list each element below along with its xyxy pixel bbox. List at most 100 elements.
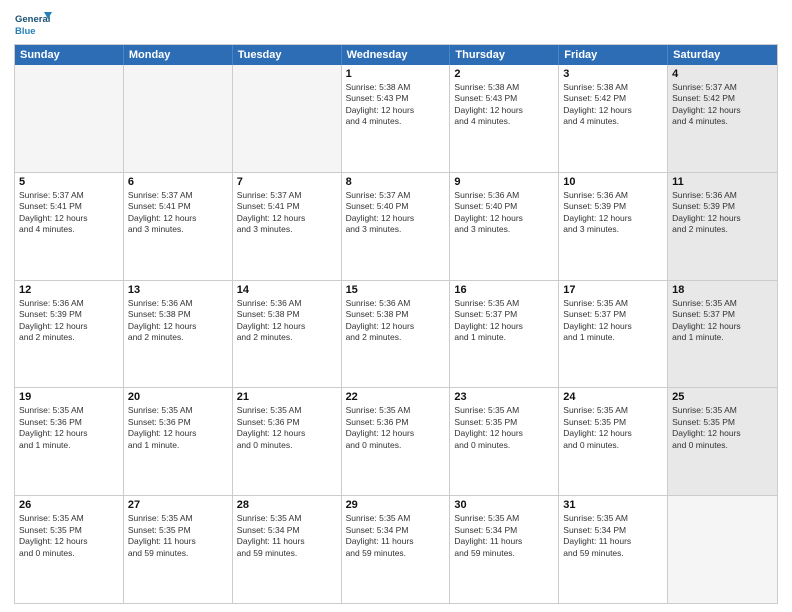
day-number: 23 bbox=[454, 391, 554, 403]
calendar-cell: 25 Sunrise: 5:35 AM Sunset: 5:35 PM Dayli… bbox=[668, 388, 777, 495]
day-number: 6 bbox=[128, 176, 228, 188]
calendar-cell: 12 Sunrise: 5:36 AM Sunset: 5:39 PM Dayli… bbox=[15, 281, 124, 388]
svg-text:Blue: Blue bbox=[15, 26, 36, 37]
calendar-cell: 11 Sunrise: 5:36 AM Sunset: 5:39 PM Dayli… bbox=[668, 173, 777, 280]
day-number: 31 bbox=[563, 499, 663, 511]
day-number: 11 bbox=[672, 176, 773, 188]
header-day-friday: Friday bbox=[559, 45, 668, 65]
calendar-cell bbox=[233, 65, 342, 172]
cell-info: Sunrise: 5:36 AM Sunset: 5:39 PM Dayligh… bbox=[672, 190, 773, 236]
calendar-cell: 18 Sunrise: 5:35 AM Sunset: 5:37 PM Dayli… bbox=[668, 281, 777, 388]
cell-info: Sunrise: 5:35 AM Sunset: 5:36 PM Dayligh… bbox=[128, 405, 228, 451]
calendar-cell: 23Sunrise: 5:35 AM Sunset: 5:35 PM Dayli… bbox=[450, 388, 559, 495]
calendar-cell: 3 Sunrise: 5:38 AM Sunset: 5:42 PM Daylig… bbox=[559, 65, 668, 172]
cell-info: Sunrise: 5:35 AM Sunset: 5:36 PM Dayligh… bbox=[19, 405, 119, 451]
header-day-tuesday: Tuesday bbox=[233, 45, 342, 65]
calendar-cell: 26Sunrise: 5:35 AM Sunset: 5:35 PM Dayli… bbox=[15, 496, 124, 603]
day-number: 30 bbox=[454, 499, 554, 511]
cell-info: Sunrise: 5:35 AM Sunset: 5:37 PM Dayligh… bbox=[563, 298, 663, 344]
calendar-body: 1 Sunrise: 5:38 AM Sunset: 5:43 PM Daylig… bbox=[15, 65, 777, 603]
calendar-cell: 10 Sunrise: 5:36 AM Sunset: 5:39 PM Dayli… bbox=[559, 173, 668, 280]
calendar-cell: 22Sunrise: 5:35 AM Sunset: 5:36 PM Dayli… bbox=[342, 388, 451, 495]
calendar-cell: 29 Sunrise: 5:35 AM Sunset: 5:34 PM Dayli… bbox=[342, 496, 451, 603]
day-number: 9 bbox=[454, 176, 554, 188]
calendar-cell: 13Sunrise: 5:36 AM Sunset: 5:38 PM Dayli… bbox=[124, 281, 233, 388]
cell-info: Sunrise: 5:35 AM Sunset: 5:34 PM Dayligh… bbox=[563, 513, 663, 559]
day-number: 20 bbox=[128, 391, 228, 403]
day-number: 14 bbox=[237, 284, 337, 296]
cell-info: Sunrise: 5:36 AM Sunset: 5:39 PM Dayligh… bbox=[19, 298, 119, 344]
calendar-cell bbox=[15, 65, 124, 172]
header: General Blue bbox=[14, 10, 778, 38]
calendar-cell: 4 Sunrise: 5:37 AM Sunset: 5:42 PM Daylig… bbox=[668, 65, 777, 172]
cell-info: Sunrise: 5:35 AM Sunset: 5:35 PM Dayligh… bbox=[563, 405, 663, 451]
calendar-cell bbox=[124, 65, 233, 172]
logo: General Blue bbox=[14, 10, 52, 38]
cell-info: Sunrise: 5:36 AM Sunset: 5:38 PM Dayligh… bbox=[128, 298, 228, 344]
cell-info: Sunrise: 5:35 AM Sunset: 5:37 PM Dayligh… bbox=[454, 298, 554, 344]
cell-info: Sunrise: 5:37 AM Sunset: 5:40 PM Dayligh… bbox=[346, 190, 446, 236]
day-number: 4 bbox=[672, 68, 773, 80]
cell-info: Sunrise: 5:37 AM Sunset: 5:42 PM Dayligh… bbox=[672, 82, 773, 128]
calendar-cell: 2 Sunrise: 5:38 AM Sunset: 5:43 PM Daylig… bbox=[450, 65, 559, 172]
calendar-cell: 9 Sunrise: 5:36 AM Sunset: 5:40 PM Daylig… bbox=[450, 173, 559, 280]
calendar-row-1: 1 Sunrise: 5:38 AM Sunset: 5:43 PM Daylig… bbox=[15, 65, 777, 173]
calendar-cell: 21 Sunrise: 5:35 AM Sunset: 5:36 PM Dayli… bbox=[233, 388, 342, 495]
header-day-saturday: Saturday bbox=[668, 45, 777, 65]
calendar-cell: 8 Sunrise: 5:37 AM Sunset: 5:40 PM Daylig… bbox=[342, 173, 451, 280]
cell-info: Sunrise: 5:37 AM Sunset: 5:41 PM Dayligh… bbox=[128, 190, 228, 236]
calendar-cell: 30 Sunrise: 5:35 AM Sunset: 5:34 PM Dayli… bbox=[450, 496, 559, 603]
calendar-cell: 19Sunrise: 5:35 AM Sunset: 5:36 PM Dayli… bbox=[15, 388, 124, 495]
day-number: 21 bbox=[237, 391, 337, 403]
cell-info: Sunrise: 5:35 AM Sunset: 5:35 PM Dayligh… bbox=[672, 405, 773, 451]
cell-info: Sunrise: 5:38 AM Sunset: 5:43 PM Dayligh… bbox=[346, 82, 446, 128]
cell-info: Sunrise: 5:35 AM Sunset: 5:34 PM Dayligh… bbox=[454, 513, 554, 559]
calendar-cell: 31 Sunrise: 5:35 AM Sunset: 5:34 PM Dayli… bbox=[559, 496, 668, 603]
cell-info: Sunrise: 5:38 AM Sunset: 5:43 PM Dayligh… bbox=[454, 82, 554, 128]
calendar-cell: 7 Sunrise: 5:37 AM Sunset: 5:41 PM Daylig… bbox=[233, 173, 342, 280]
header-day-sunday: Sunday bbox=[15, 45, 124, 65]
cell-info: Sunrise: 5:35 AM Sunset: 5:36 PM Dayligh… bbox=[237, 405, 337, 451]
cell-info: Sunrise: 5:37 AM Sunset: 5:41 PM Dayligh… bbox=[237, 190, 337, 236]
calendar: SundayMondayTuesdayWednesdayThursdayFrid… bbox=[14, 44, 778, 604]
cell-info: Sunrise: 5:35 AM Sunset: 5:35 PM Dayligh… bbox=[128, 513, 228, 559]
day-number: 1 bbox=[346, 68, 446, 80]
calendar-cell: 28 Sunrise: 5:35 AM Sunset: 5:34 PM Dayli… bbox=[233, 496, 342, 603]
logo-svg: General Blue bbox=[14, 10, 52, 38]
calendar-row-5: 26 Sunrise: 5:35 AM Sunset: 5:35 PM Dayli… bbox=[15, 496, 777, 603]
day-number: 29 bbox=[346, 499, 446, 511]
calendar-cell: 20 Sunrise: 5:35 AM Sunset: 5:36 PM Dayli… bbox=[124, 388, 233, 495]
cell-info: Sunrise: 5:36 AM Sunset: 5:38 PM Dayligh… bbox=[346, 298, 446, 344]
calendar-cell: 1 Sunrise: 5:38 AM Sunset: 5:43 PM Daylig… bbox=[342, 65, 451, 172]
day-number: 2 bbox=[454, 68, 554, 80]
cell-info: Sunrise: 5:37 AM Sunset: 5:41 PM Dayligh… bbox=[19, 190, 119, 236]
day-number: 8 bbox=[346, 176, 446, 188]
calendar-header: SundayMondayTuesdayWednesdayThursdayFrid… bbox=[15, 45, 777, 65]
cell-info: Sunrise: 5:38 AM Sunset: 5:42 PM Dayligh… bbox=[563, 82, 663, 128]
cell-info: Sunrise: 5:35 AM Sunset: 5:34 PM Dayligh… bbox=[346, 513, 446, 559]
calendar-cell: 17 Sunrise: 5:35 AM Sunset: 5:37 PM Dayli… bbox=[559, 281, 668, 388]
day-number: 26 bbox=[19, 499, 119, 511]
day-number: 25 bbox=[672, 391, 773, 403]
calendar-cell bbox=[668, 496, 777, 603]
cell-info: Sunrise: 5:36 AM Sunset: 5:39 PM Dayligh… bbox=[563, 190, 663, 236]
day-number: 15 bbox=[346, 284, 446, 296]
day-number: 12 bbox=[19, 284, 119, 296]
cell-info: Sunrise: 5:35 AM Sunset: 5:34 PM Dayligh… bbox=[237, 513, 337, 559]
cell-info: Sunrise: 5:35 AM Sunset: 5:37 PM Dayligh… bbox=[672, 298, 773, 344]
day-number: 10 bbox=[563, 176, 663, 188]
day-number: 16 bbox=[454, 284, 554, 296]
header-day-wednesday: Wednesday bbox=[342, 45, 451, 65]
cell-info: Sunrise: 5:35 AM Sunset: 5:36 PM Dayligh… bbox=[346, 405, 446, 451]
day-number: 18 bbox=[672, 284, 773, 296]
calendar-cell: 14Sunrise: 5:36 AM Sunset: 5:38 PM Dayli… bbox=[233, 281, 342, 388]
calendar-cell: 27Sunrise: 5:35 AM Sunset: 5:35 PM Dayli… bbox=[124, 496, 233, 603]
day-number: 7 bbox=[237, 176, 337, 188]
svg-text:General: General bbox=[15, 14, 50, 25]
day-number: 17 bbox=[563, 284, 663, 296]
day-number: 28 bbox=[237, 499, 337, 511]
day-number: 3 bbox=[563, 68, 663, 80]
calendar-cell: 16 Sunrise: 5:35 AM Sunset: 5:37 PM Dayli… bbox=[450, 281, 559, 388]
cell-info: Sunrise: 5:36 AM Sunset: 5:40 PM Dayligh… bbox=[454, 190, 554, 236]
calendar-cell: 6 Sunrise: 5:37 AM Sunset: 5:41 PM Daylig… bbox=[124, 173, 233, 280]
